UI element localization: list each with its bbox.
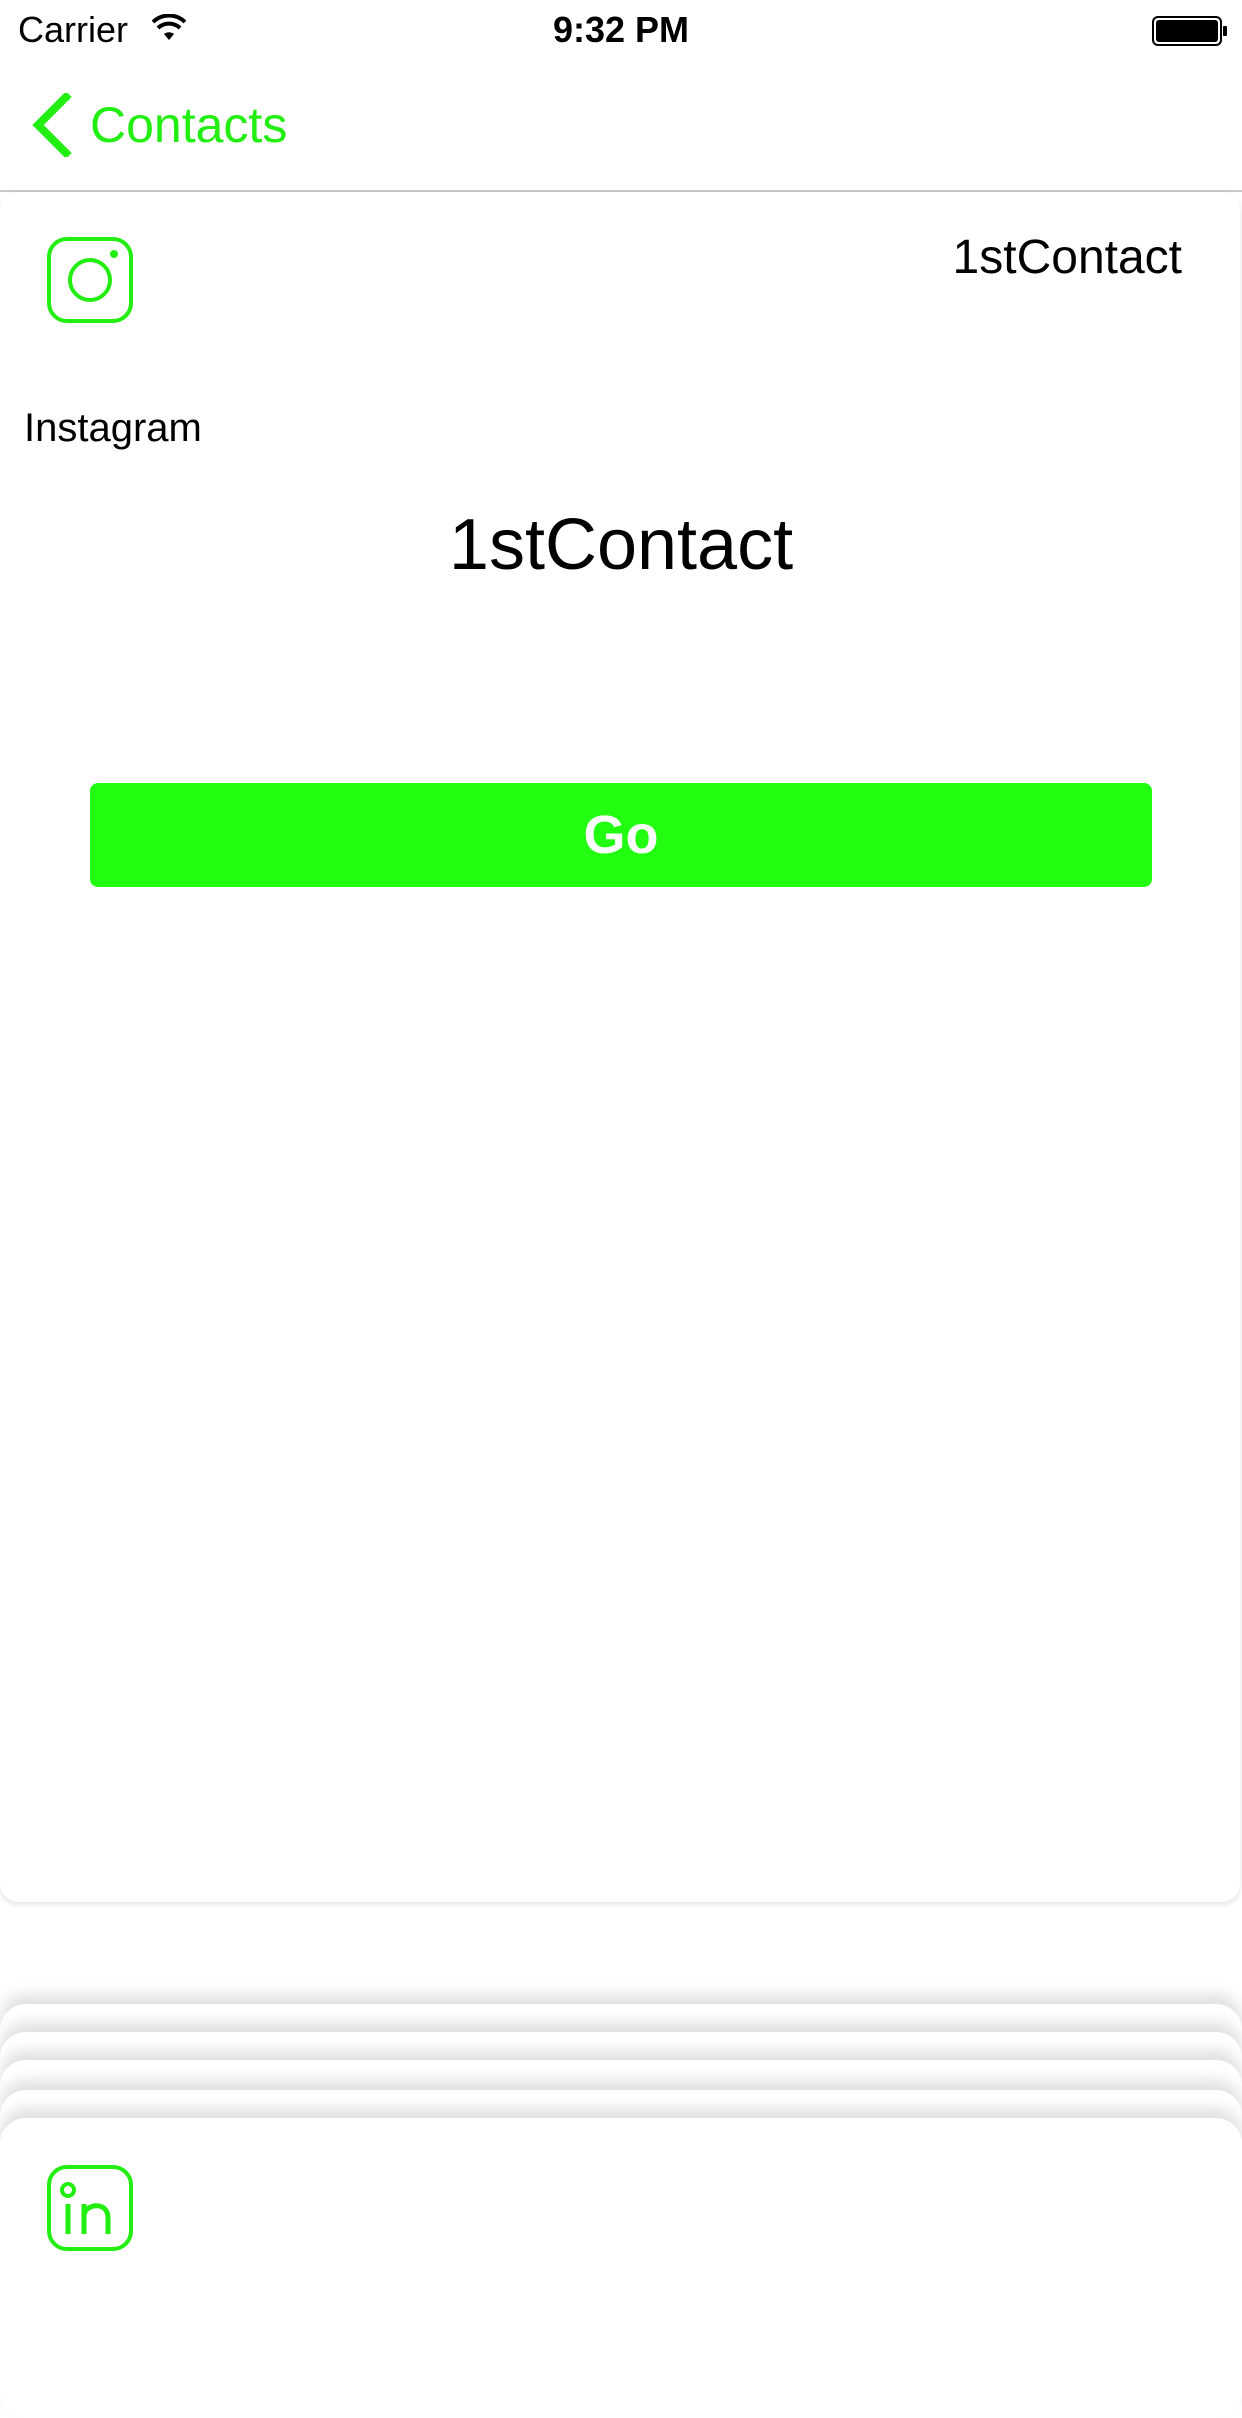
chevron-left-icon	[32, 93, 72, 157]
stacked-card[interactable]	[0, 2118, 1242, 2418]
back-button-label: Contacts	[90, 97, 288, 153]
back-button[interactable]: Contacts	[30, 90, 287, 160]
linkedin-icon	[47, 2165, 133, 2251]
battery-icon	[1152, 16, 1227, 46]
navigation-bar: Contacts	[0, 60, 1242, 192]
contact-name: 1stContact	[448, 505, 794, 585]
status-bar: Carrier 9:32 PM	[0, 0, 1242, 60]
status-time: 9:32 PM	[552, 9, 690, 50]
go-button[interactable]: Go	[90, 783, 1152, 887]
service-label: Instagram	[24, 406, 202, 450]
instagram-icon	[47, 237, 133, 323]
card-header-contact-name: 1stContact	[952, 231, 1182, 284]
